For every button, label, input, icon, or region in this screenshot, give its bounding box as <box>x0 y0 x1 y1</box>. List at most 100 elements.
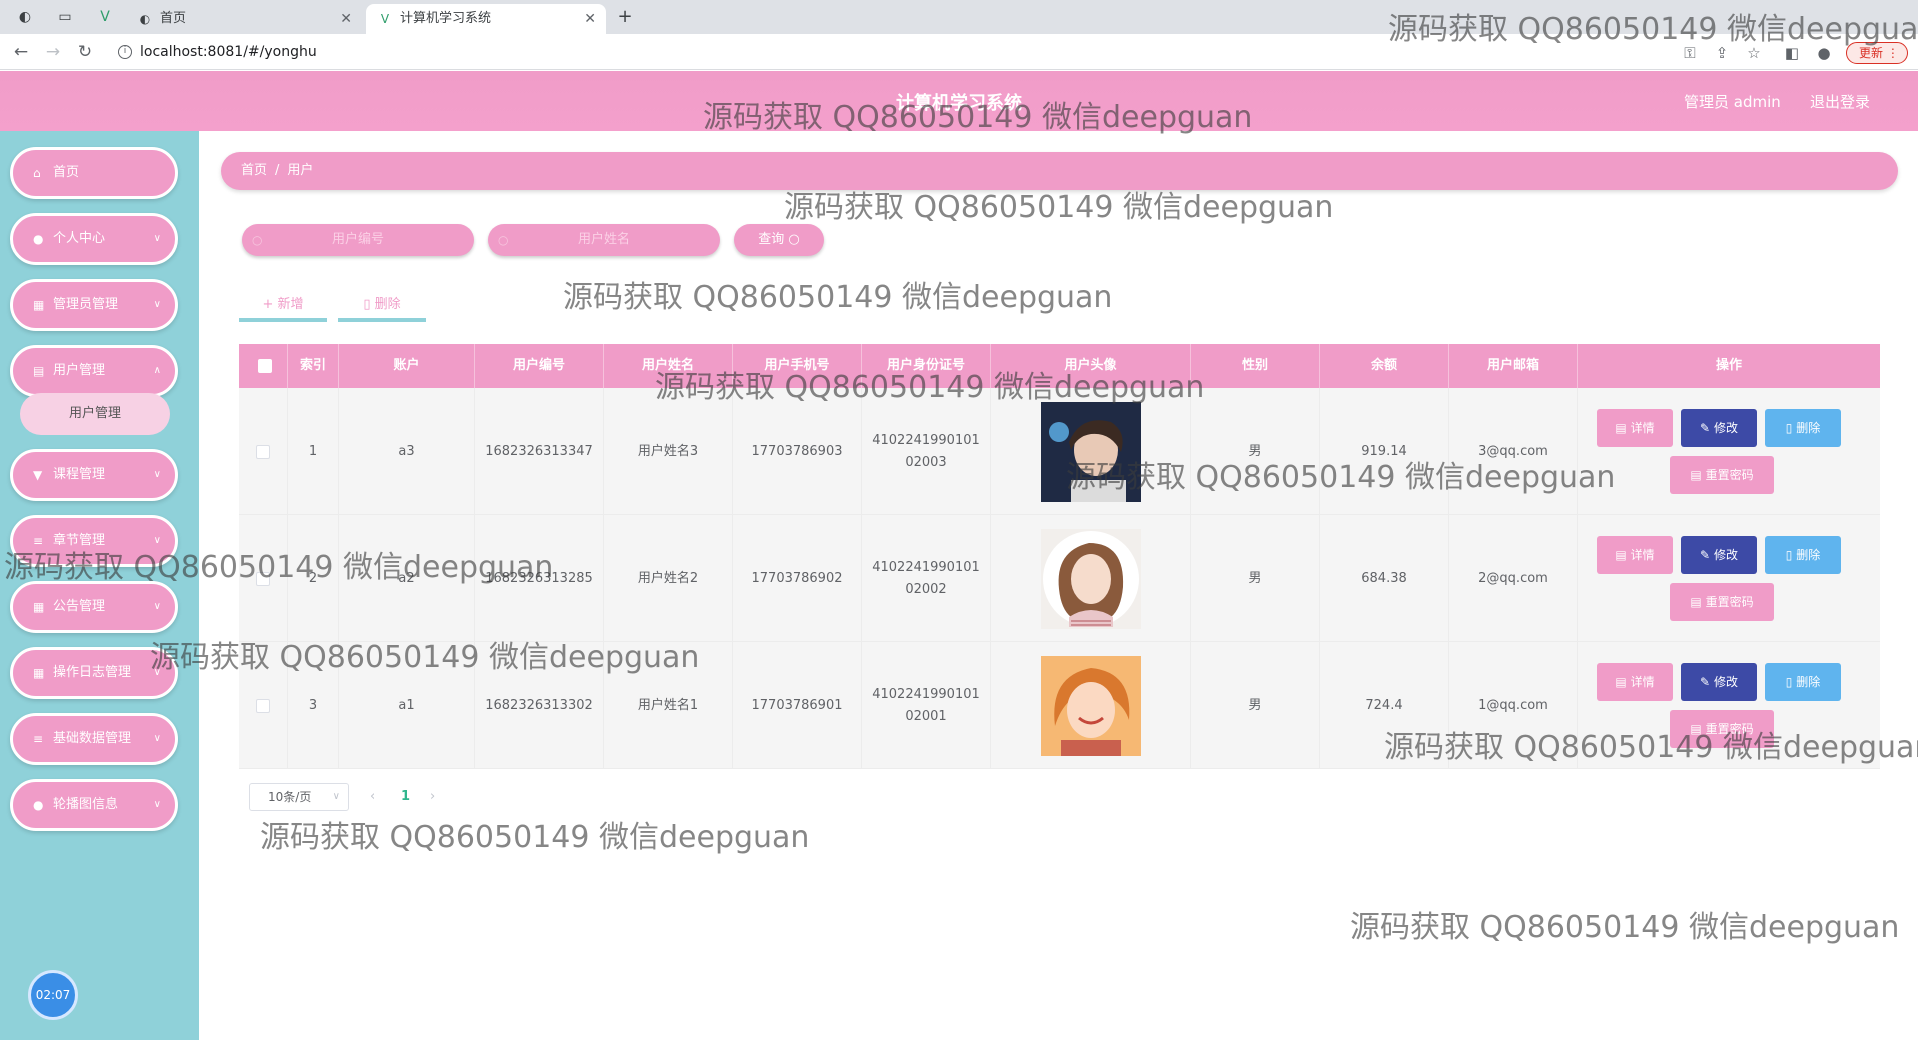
sidepanel-icon[interactable]: ◧ <box>1782 43 1802 63</box>
row-checkbox[interactable] <box>256 444 270 459</box>
submenu-user-management[interactable]: 用户管理 <box>20 393 170 435</box>
page-size-select[interactable]: 10条/页 ∨ <box>249 783 349 811</box>
browser-address-bar: ← → ↻ i localhost:8081/#/yonghu ⚿ ⇪ ☆ ◧ … <box>0 34 1918 70</box>
clock-widget[interactable]: 02:07 <box>28 970 78 1020</box>
prev-page-icon[interactable]: ‹ <box>370 783 375 811</box>
close-icon[interactable]: ✕ <box>340 4 352 34</box>
grid-icon: ▦ <box>33 666 45 680</box>
cell-avatar <box>991 515 1191 642</box>
doc-icon: ▤ <box>1615 421 1627 435</box>
detail-button[interactable]: ▤ 详情 <box>1597 536 1673 574</box>
avatar[interactable] <box>1040 655 1141 756</box>
search-placeholder: 用户姓名 <box>577 232 630 247</box>
next-page-icon[interactable]: › <box>430 783 435 811</box>
add-button[interactable]: + 新增 <box>239 288 327 322</box>
row-select-cell <box>239 642 288 769</box>
chevron-up-icon: ∧ <box>153 365 161 376</box>
row-checkbox[interactable] <box>256 571 270 586</box>
table-row: 3 a1 1682326313302 用户姓名1 17703786901 410… <box>239 642 1880 769</box>
sidebar-item-logs[interactable]: ▦ 操作日志管理 ∨ <box>10 647 178 699</box>
detail-button[interactable]: ▤ 详情 <box>1597 409 1673 447</box>
cell-email: 2@qq.com <box>1449 515 1578 642</box>
row-delete-button[interactable]: ▯ 删除 <box>1765 409 1841 447</box>
user-number-search-input[interactable]: ○ 用户编号 <box>242 224 474 256</box>
reset-password-button[interactable]: ▤ 重置密码 <box>1670 583 1774 621</box>
star-icon[interactable]: ☆ <box>1744 43 1764 63</box>
profile-icon[interactable]: ● <box>1814 43 1834 63</box>
pencil-icon: ✎ <box>1700 421 1711 435</box>
reset-label: 重置密码 <box>1705 595 1754 609</box>
breadcrumb: 首页 / 用户 <box>221 152 1898 190</box>
row-delete-button[interactable]: ▯ 删除 <box>1765 536 1841 574</box>
reset-password-button[interactable]: ▤ 重置密码 <box>1670 456 1774 494</box>
grid-icon: ▦ <box>33 298 45 312</box>
delete-button[interactable]: ▯ 删除 <box>338 288 426 322</box>
sidebar-item-carousel[interactable]: ● 轮播图信息 ∨ <box>10 779 178 831</box>
pencil-icon: ✎ <box>1700 675 1711 689</box>
sidebar-item-users[interactable]: ▤ 用户管理 ∧ <box>10 345 178 397</box>
detail-label: 详情 <box>1630 675 1655 689</box>
chevron-down-icon: ∨ <box>153 469 161 480</box>
select-all-checkbox[interactable] <box>258 359 272 373</box>
sidebar-item-notices[interactable]: ▦ 公告管理 ∨ <box>10 581 178 633</box>
cell-number: 1682326313285 <box>475 515 604 642</box>
reset-password-button[interactable]: ▤ 重置密码 <box>1670 710 1774 748</box>
cell-actions: ▤ 详情 ✎ 修改 ▯ 删除 ▤ 重置密码 <box>1578 515 1880 642</box>
vue-icon[interactable]: V <box>96 8 114 26</box>
column-header: 用户邮箱 <box>1449 344 1578 388</box>
detail-button[interactable]: ▤ 详情 <box>1597 663 1673 701</box>
id-card-line: 4102241990101 <box>872 686 980 702</box>
sidebar-item-profile[interactable]: ● 个人中心 ∨ <box>10 213 178 265</box>
avatar[interactable] <box>1040 528 1141 629</box>
update-button[interactable]: 更新 ⋮ <box>1846 42 1908 64</box>
breadcrumb-current: 用户 <box>287 163 314 178</box>
tab-blank-icon[interactable]: ▭ <box>56 8 74 26</box>
cell-number: 1682326313347 <box>475 388 604 515</box>
row-delete-button[interactable]: ▯ 删除 <box>1765 663 1841 701</box>
column-header: 余额 <box>1320 344 1449 388</box>
doc-icon: ▤ <box>1690 722 1702 736</box>
page-size-label: 10条/页 <box>268 790 312 804</box>
sidebar-item-basedata[interactable]: ≡ 基础数据管理 ∨ <box>10 713 178 765</box>
avatar[interactable] <box>1040 401 1141 502</box>
sidebar-item-label: 个人中心 <box>53 231 106 246</box>
sidebar-item-home[interactable]: ⌂ 首页 <box>10 147 178 199</box>
page-number-current[interactable]: 1 <box>401 783 410 811</box>
sidebar-item-courses[interactable]: ▼ 课程管理 ∨ <box>10 449 178 501</box>
cell-email: 1@qq.com <box>1449 642 1578 769</box>
logout-link[interactable]: 退出登录 <box>1810 91 1870 112</box>
edit-label: 修改 <box>1713 675 1738 689</box>
chevron-down-icon: ∨ <box>153 733 161 744</box>
new-tab-icon[interactable]: + <box>616 8 634 26</box>
add-label: 新增 <box>277 297 304 312</box>
tab-active[interactable]: V 计算机学习系统 ✕ <box>366 4 606 34</box>
info-icon[interactable]: i <box>118 45 132 59</box>
doc-icon: ▤ <box>1615 548 1627 562</box>
search-button[interactable]: 查询 ○ <box>734 224 824 256</box>
close-icon[interactable]: ✕ <box>584 4 596 34</box>
breadcrumb-home[interactable]: 首页 <box>241 163 267 178</box>
tab-favicon-icon[interactable]: ◐ <box>16 8 34 26</box>
update-label: 更新 <box>1859 46 1884 60</box>
sidebar-item-label: 章节管理 <box>53 533 106 548</box>
user-name-search-input[interactable]: ○ 用户姓名 <box>488 224 720 256</box>
chevron-down-icon: ∨ <box>153 667 161 678</box>
edit-button[interactable]: ✎ 修改 <box>1681 409 1757 447</box>
forward-icon[interactable]: → <box>42 41 64 63</box>
column-header: 操作 <box>1715 358 1742 373</box>
back-icon[interactable]: ← <box>10 41 32 63</box>
reload-icon[interactable]: ↻ <box>74 41 96 63</box>
key-icon[interactable]: ⚿ <box>1680 43 1700 63</box>
share-icon[interactable]: ⇪ <box>1712 43 1732 63</box>
cell-account: a1 <box>339 642 475 769</box>
app-header: 计算机学习系统 管理员 admin 退出登录 <box>0 71 1918 131</box>
row-checkbox[interactable] <box>256 698 270 713</box>
tab-home[interactable]: ◐ 首页 ✕ <box>126 4 362 34</box>
edit-button[interactable]: ✎ 修改 <box>1681 536 1757 574</box>
sidebar-item-admins[interactable]: ▦ 管理员管理 ∨ <box>10 279 178 331</box>
sidebar-item-chapters[interactable]: ≡ 章节管理 ∨ <box>10 515 178 567</box>
sidebar-item-label: 管理员管理 <box>53 297 119 312</box>
edit-button[interactable]: ✎ 修改 <box>1681 663 1757 701</box>
column-header: 用户身份证号 <box>862 344 991 388</box>
url-field[interactable]: i localhost:8081/#/yonghu <box>108 39 1918 65</box>
